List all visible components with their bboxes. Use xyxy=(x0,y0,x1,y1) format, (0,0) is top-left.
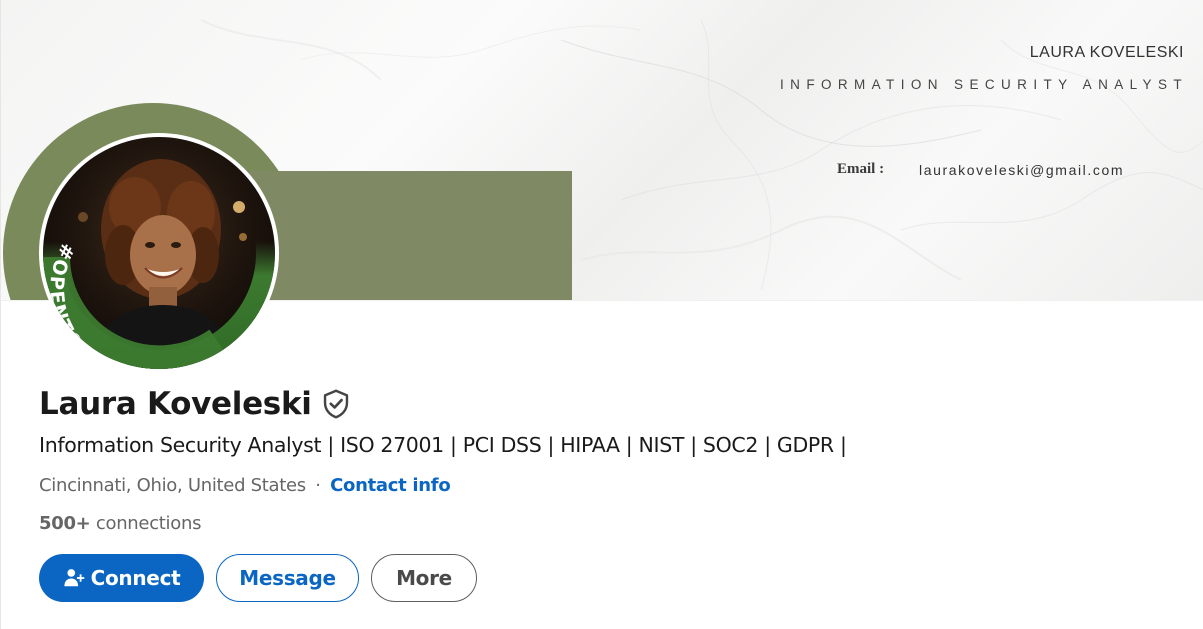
name-row: Laura Koveleski xyxy=(39,386,350,422)
more-label: More xyxy=(396,566,452,590)
location-row: Cincinnati, Ohio, United States · Contac… xyxy=(39,475,451,496)
profile-card: LAURA KOVELESKI INFORMATION SECURITY ANA… xyxy=(0,0,1203,629)
connections-count[interactable]: 500+ connections xyxy=(39,513,201,534)
more-button[interactable]: More xyxy=(371,554,477,602)
banner-email-value: laurakoveleski@gmail.com xyxy=(919,162,1125,178)
connections-number: 500+ xyxy=(39,513,91,534)
add-person-icon xyxy=(63,569,84,587)
connect-label: Connect xyxy=(90,566,181,590)
profile-location: Cincinnati, Ohio, United States xyxy=(39,475,306,496)
banner-title: INFORMATION SECURITY ANALYST xyxy=(780,77,1188,92)
avatar[interactable]: #OPENTOWORK xyxy=(43,137,275,369)
connect-button[interactable]: Connect xyxy=(39,554,204,602)
contact-info-link[interactable]: Contact info xyxy=(330,475,451,496)
profile-actions: Connect Message More xyxy=(39,554,477,602)
banner-email-label: Email : xyxy=(837,161,885,177)
verified-shield-icon[interactable] xyxy=(322,389,350,419)
message-button[interactable]: Message xyxy=(216,554,359,602)
connections-label: connections xyxy=(95,513,202,534)
profile-name: Laura Koveleski xyxy=(39,386,312,422)
profile-photo: #OPENTOWORK xyxy=(43,137,275,369)
message-label: Message xyxy=(239,566,336,590)
location-separator: · xyxy=(315,475,321,496)
profile-headline: Information Security Analyst | ISO 27001… xyxy=(39,433,847,457)
banner-name: LAURA KOVELESKI xyxy=(1029,44,1184,61)
avatar-frame[interactable]: #OPENTOWORK xyxy=(39,133,279,373)
